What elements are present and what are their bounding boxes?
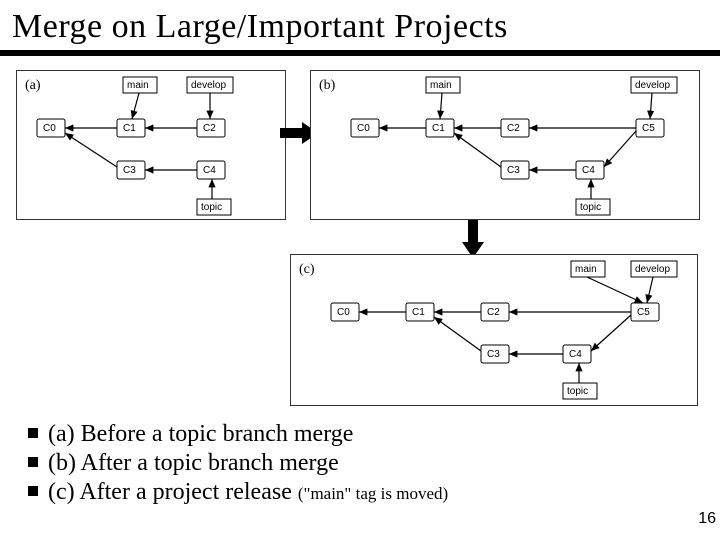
bullet-square-icon [28, 486, 38, 496]
bullet-a: (a) Before a topic branch merge [28, 421, 448, 448]
bullet-c-tail: ("main" tag is moved) [298, 484, 448, 503]
panel-c-topic-label: topic [567, 386, 588, 397]
bullet-square-icon [28, 428, 38, 438]
bullet-c-text: (c) After a project release [48, 479, 298, 505]
panel-a-c2: C2 [203, 123, 216, 134]
bullet-square-icon [28, 457, 38, 467]
panel-a-develop-label: develop [191, 80, 226, 91]
panel-a-svg: (a) main develop C0 C1 C2 C3 C4 topic [17, 71, 287, 221]
panel-b-main-label: main [430, 80, 452, 91]
panel-a-label: (a) [25, 78, 41, 93]
panel-a-c4: C4 [203, 165, 216, 176]
bullet-b: (b) After a topic branch merge [28, 450, 448, 477]
panel-c-c0: C0 [337, 307, 350, 318]
panel-b-label: (b) [319, 78, 336, 93]
panel-b-topic-label: topic [580, 202, 601, 213]
panel-b-svg: (b) main develop C0 C1 C2 C5 C3 C4 topic [311, 71, 701, 221]
bullet-c: (c) After a project release ("main" tag … [28, 479, 448, 506]
panel-b-c2: C2 [507, 123, 520, 134]
panel-a-c3: C3 [123, 165, 136, 176]
panel-c-develop-label: develop [635, 264, 670, 275]
panel-a-main-label: main [127, 80, 149, 91]
panel-b-c0: C0 [357, 123, 370, 134]
panel-c-svg: (c) main develop C0 C1 C2 C5 C3 C4 topic [291, 255, 699, 407]
diagram-area: (a) main develop C0 C1 C2 C3 C4 topic [0, 64, 720, 394]
panel-a-c0: C0 [43, 123, 56, 134]
page-number: 16 [698, 510, 716, 528]
panel-c-c1: C1 [412, 307, 425, 318]
page-title: Merge on Large/Important Projects [0, 0, 720, 50]
panel-c-c2: C2 [487, 307, 500, 318]
panel-b-c3: C3 [507, 165, 520, 176]
panel-b-c1: C1 [432, 123, 445, 134]
panel-b-c5: C5 [642, 123, 655, 134]
bullet-a-text: (a) Before a topic branch merge [48, 421, 353, 447]
panel-b-c4: C4 [582, 165, 595, 176]
panel-c-label: (c) [299, 262, 315, 277]
panel-b: (b) main develop C0 C1 C2 C5 C3 C4 topic [310, 70, 700, 220]
panel-a-topic-label: topic [201, 202, 222, 213]
panel-c-c3: C3 [487, 349, 500, 360]
panel-c-main-label: main [575, 264, 597, 275]
panel-c: (c) main develop C0 C1 C2 C5 C3 C4 topic [290, 254, 698, 406]
title-rule [0, 50, 720, 56]
panel-c-c4: C4 [569, 349, 582, 360]
panel-c-c5: C5 [637, 307, 650, 318]
panel-a: (a) main develop C0 C1 C2 C3 C4 topic [16, 70, 286, 220]
panel-a-c1: C1 [123, 123, 136, 134]
bullet-b-text: (b) After a topic branch merge [48, 450, 339, 476]
panel-b-develop-label: develop [635, 80, 670, 91]
bullet-list: (a) Before a topic branch merge (b) Afte… [28, 419, 448, 508]
